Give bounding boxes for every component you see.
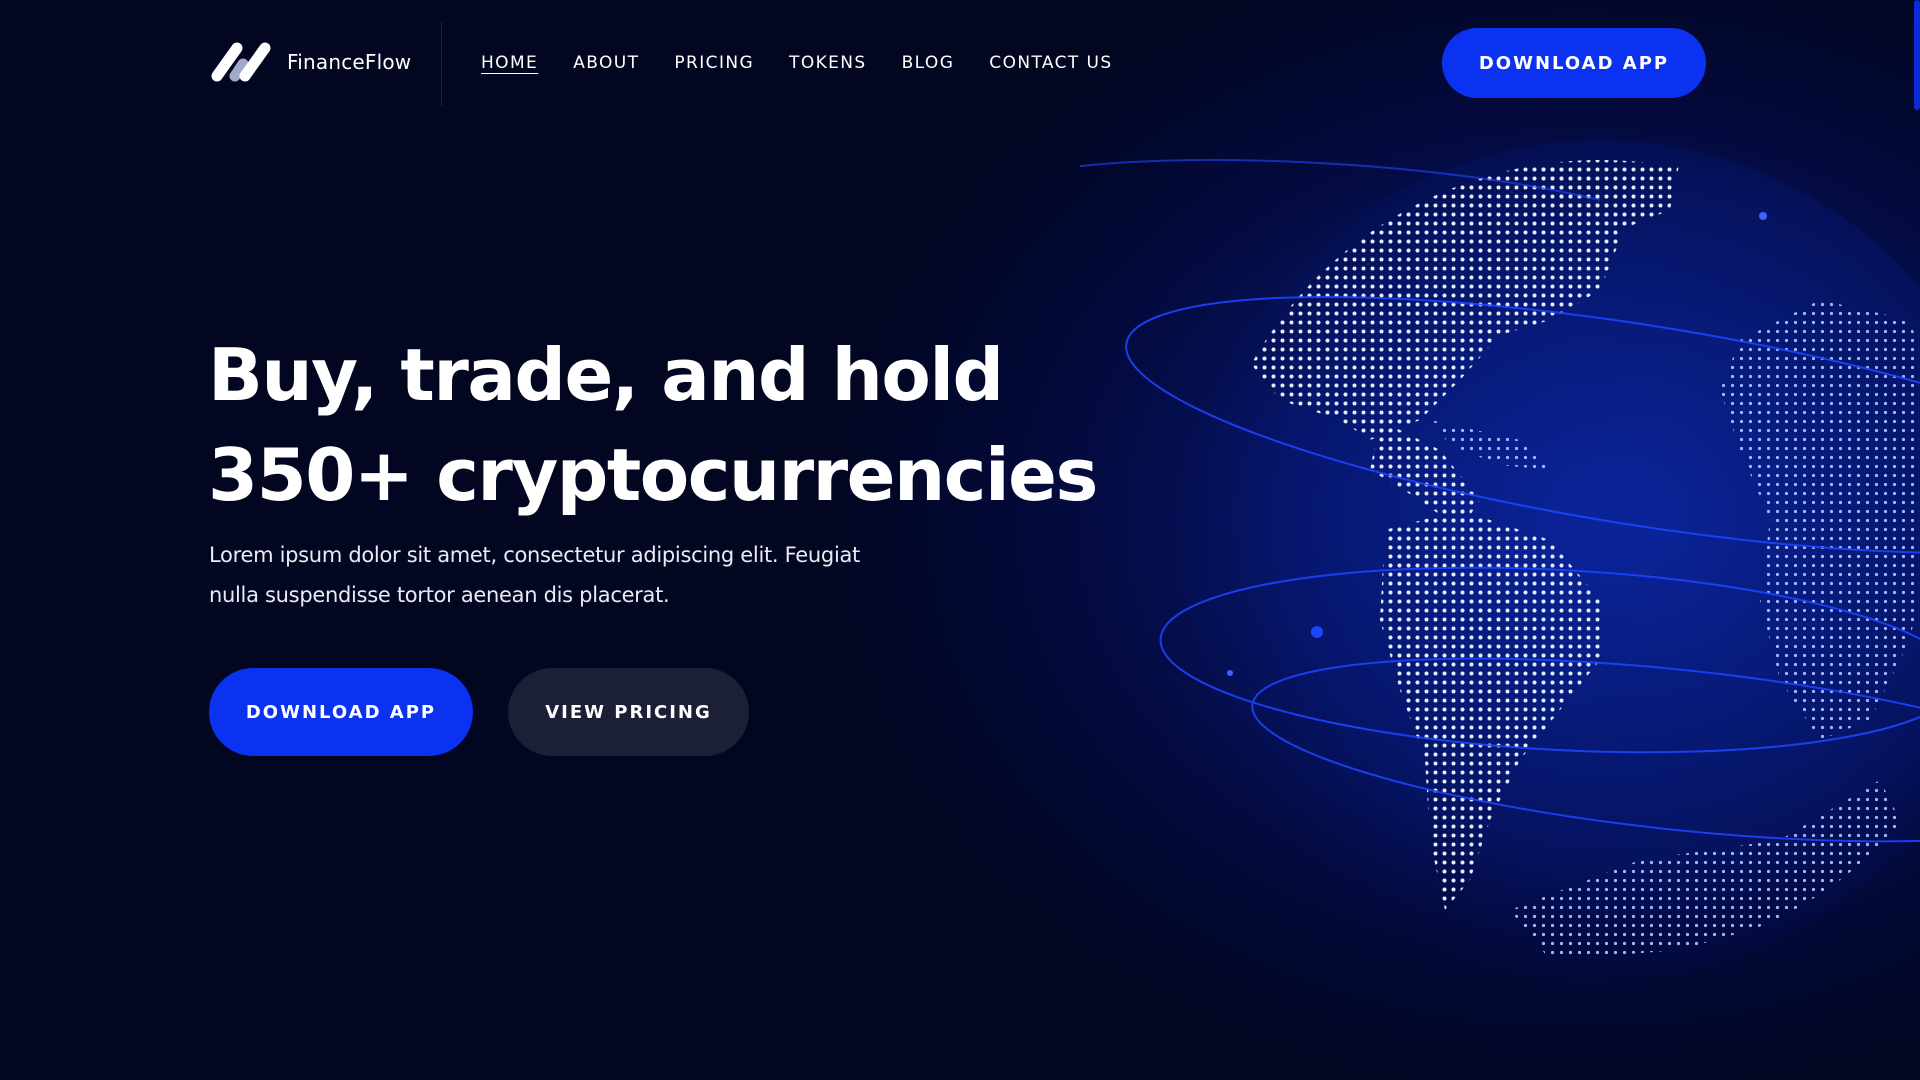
view-pricing-button[interactable]: VIEW PRICING [508,668,749,756]
nav-item-pricing[interactable]: PRICING [674,53,754,73]
hero-subtitle-line-1: Lorem ipsum dolor sit amet, consectetur … [209,543,860,567]
hero-subtitle: Lorem ipsum dolor sit amet, consectetur … [209,535,909,615]
hero-title-line-2: 350+ cryptocurrencies [208,433,1098,517]
hero-title: Buy, trade, and hold 350+ cryptocurrenci… [208,325,1158,525]
hero-download-app-button[interactable]: DOWNLOAD APP [209,668,473,756]
page-scrollbar[interactable] [1914,0,1920,110]
dotted-globe-icon [1080,140,1920,980]
brand-name: FinanceFlow [287,50,412,74]
nav-item-home[interactable]: HOME [481,53,538,73]
nav-item-blog[interactable]: BLOG [902,53,955,73]
header-download-app-button[interactable]: DOWNLOAD APP [1442,28,1706,98]
hero-subtitle-line-2: nulla suspendisse tortor aenean dis plac… [209,583,670,607]
orbit-dot [1759,212,1767,220]
nav-item-tokens[interactable]: TOKENS [789,53,867,73]
orbit-dot [1227,670,1233,676]
financeflow-logo-icon [211,42,271,82]
nav-item-contact-us[interactable]: CONTACT US [989,53,1112,73]
hero-title-line-1: Buy, trade, and hold [208,333,1004,417]
orbit-dot [1311,626,1323,638]
nav-item-about[interactable]: ABOUT [573,53,639,73]
main-nav: HOME ABOUT PRICING TOKENS BLOG CONTACT U… [481,53,1148,73]
landing-page: FinanceFlow HOME ABOUT PRICING TOKENS BL… [0,0,1920,1080]
site-header: FinanceFlow HOME ABOUT PRICING TOKENS BL… [0,0,1920,126]
header-divider [441,22,442,106]
brand-logo-link[interactable]: FinanceFlow [209,40,411,84]
